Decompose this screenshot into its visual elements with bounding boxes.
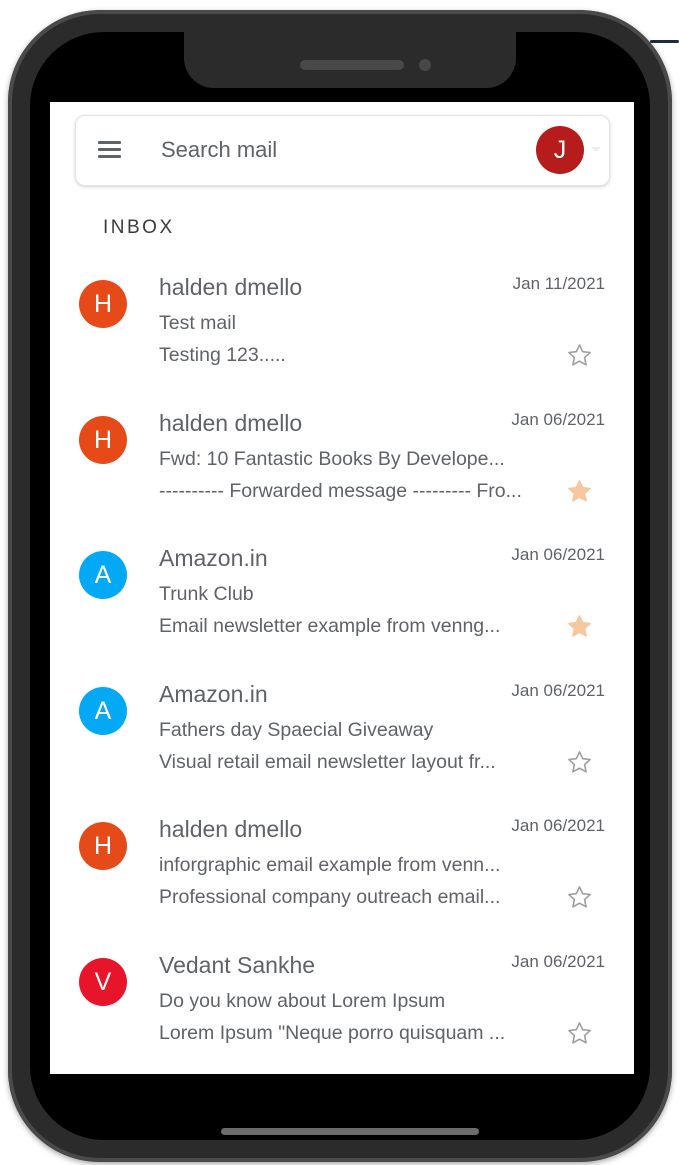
email-subject: Fwd: 10 Fantastic Books By Develope...	[159, 447, 505, 470]
email-list-item[interactable]: H halden dmello Jan 11/2021 Test mail Te…	[50, 262, 634, 398]
email-subject: inforgraphic email example from venn...	[159, 854, 501, 876]
star-outline-icon[interactable]	[566, 884, 593, 911]
inbox-heading: INBOX	[103, 217, 175, 238]
email-date: Jan 06/2021	[511, 816, 605, 835]
chevron-down-icon	[591, 147, 601, 152]
email-list: H halden dmello Jan 11/2021 Test mail Te…	[50, 262, 634, 1074]
email-preview: Email newsletter example from venng...	[159, 615, 501, 637]
front-camera	[419, 59, 431, 71]
email-date: Jan 06/2021	[511, 409, 605, 429]
email-date: Jan 06/2021	[511, 545, 605, 564]
sender-avatar: V	[79, 957, 127, 1006]
mail-screen: J INBOX H halden dmello Jan 11/2021 Test…	[50, 102, 634, 1074]
email-date: Jan 11/2021	[512, 274, 605, 293]
star-outline-icon[interactable]	[566, 749, 593, 776]
search-bar: J	[75, 115, 610, 186]
email-list-item[interactable]: H halden dmello Jan 06/2021 inforgraphic…	[50, 804, 634, 940]
sender-avatar: H	[79, 280, 127, 328]
sender-avatar: A	[79, 551, 127, 599]
email-list-item[interactable]: V Vedant Sankhe Jan 06/2021 Do you know …	[50, 940, 634, 1075]
sender-avatar: H	[79, 415, 127, 464]
sender-avatar: A	[79, 686, 127, 735]
email-list-item[interactable]: A Amazon.in Jan 06/2021 Trunk Club Email…	[50, 533, 634, 669]
email-preview: Visual retail email newsletter layout fr…	[159, 750, 496, 773]
sender-name: Vedant Sankhe	[159, 951, 316, 978]
email-date: Jan 06/2021	[511, 680, 605, 700]
home-indicator[interactable]	[221, 1128, 479, 1135]
email-preview: Professional company outreach email...	[159, 886, 501, 908]
email-date: Jan 06/2021	[511, 951, 605, 971]
account-avatar[interactable]: J	[536, 126, 584, 174]
star-outline-icon[interactable]	[566, 342, 593, 369]
email-subject: Test mail	[159, 312, 236, 334]
email-list-item[interactable]: A Amazon.in Jan 06/2021 Fathers day Spae…	[50, 669, 634, 805]
star-filled-icon[interactable]	[566, 613, 593, 640]
email-preview: ---------- Forwarded message --------- F…	[159, 479, 522, 502]
page: J INBOX H halden dmello Jan 11/2021 Test…	[0, 0, 679, 1165]
search-input[interactable]	[161, 134, 511, 166]
email-subject: Do you know about Lorem Ipsum	[159, 989, 446, 1012]
email-subject: Fathers day Spaecial Giveaway	[159, 718, 434, 741]
star-outline-icon[interactable]	[566, 1020, 593, 1047]
sender-name: Amazon.in	[159, 545, 268, 571]
speaker-grille	[300, 60, 404, 70]
email-subject: Trunk Club	[159, 583, 254, 605]
sender-name: halden dmello	[159, 816, 303, 842]
email-list-item[interactable]: H halden dmello Jan 06/2021 Fwd: 10 Fant…	[50, 398, 634, 534]
sender-name: Amazon.in	[159, 680, 268, 707]
sender-name: halden dmello	[159, 274, 303, 300]
hamburger-menu-icon[interactable]	[98, 141, 121, 159]
decorative-line	[650, 40, 679, 43]
sender-avatar: H	[79, 822, 127, 870]
star-filled-icon[interactable]	[566, 478, 593, 505]
email-preview: Lorem Ipsum "Neque porro quisquam ...	[159, 1021, 506, 1044]
sender-name: halden dmello	[159, 409, 303, 436]
email-preview: Testing 123.....	[159, 344, 286, 366]
